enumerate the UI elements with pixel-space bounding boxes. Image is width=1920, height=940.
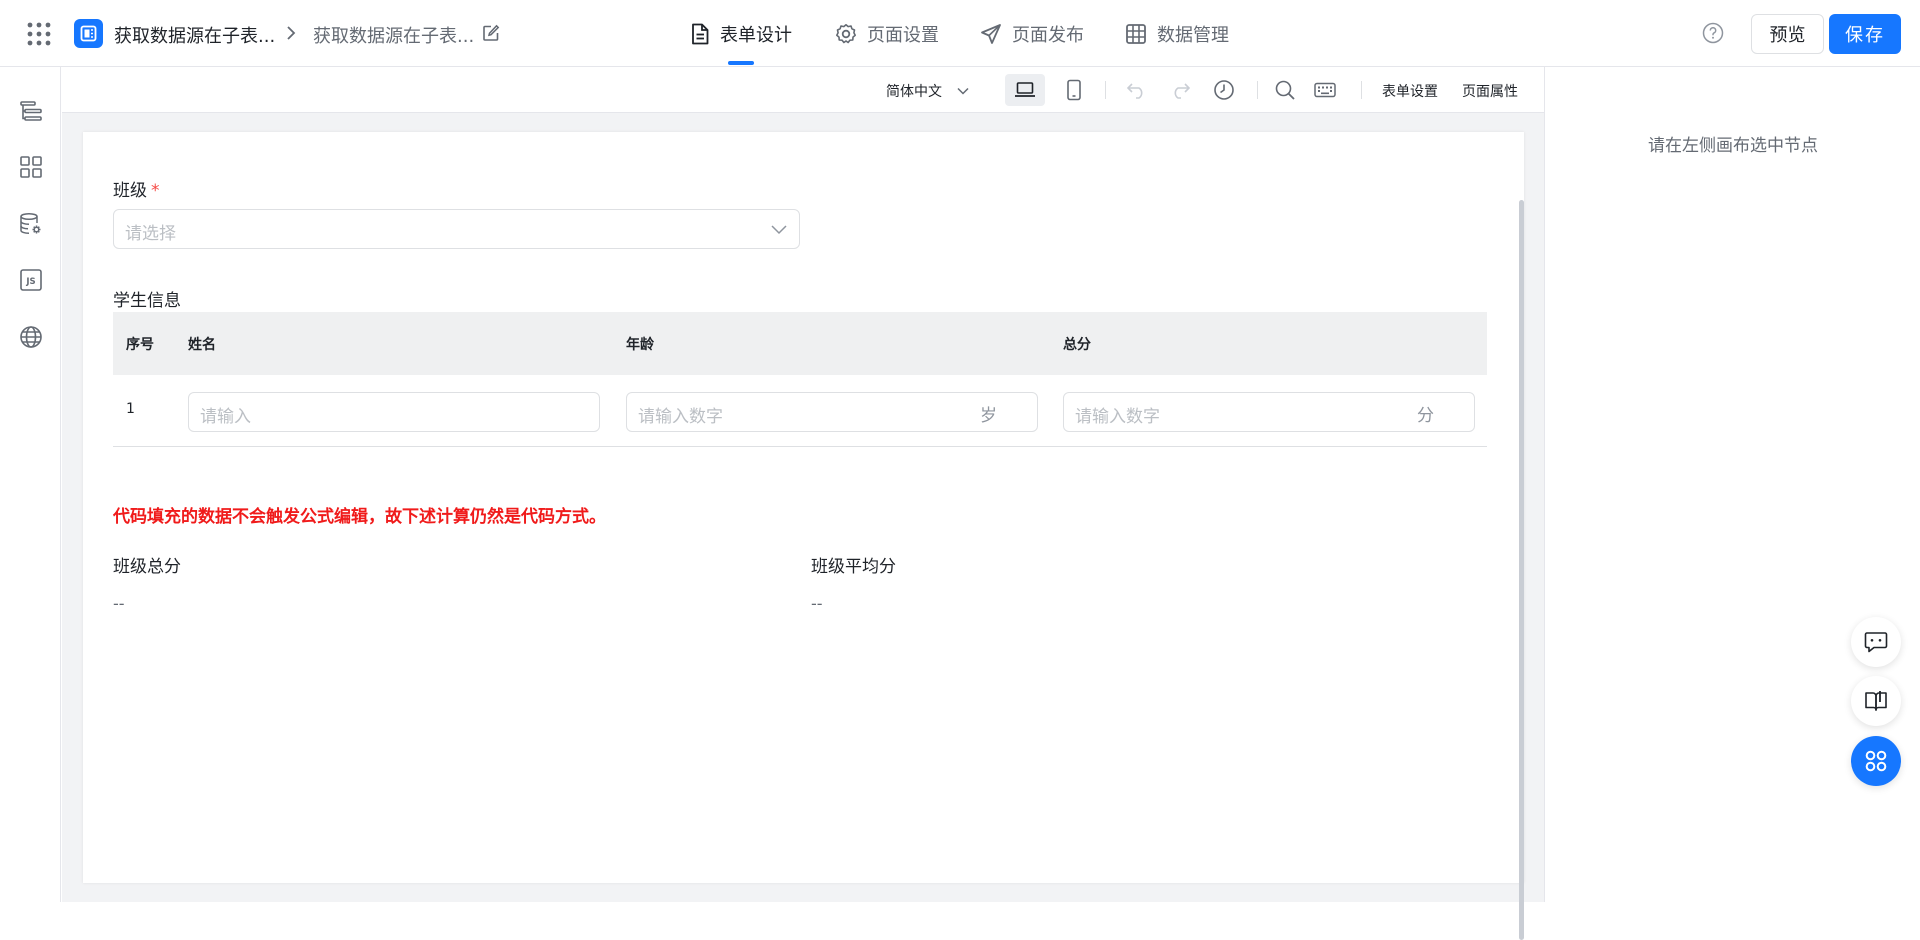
- required-mark: *: [151, 181, 160, 201]
- history-button[interactable]: [1204, 74, 1244, 106]
- table-icon: [1126, 23, 1146, 44]
- row-index: 1: [126, 401, 135, 417]
- chevron-down-icon: [771, 225, 787, 235]
- column-header-index: 序号: [126, 337, 154, 353]
- canvas-scrollbar[interactable]: [1519, 200, 1524, 940]
- class-total-label: 班级总分: [113, 557, 181, 577]
- top-bar: 获取数据源在子表... 获取数据源在子表... 表单设计 页面设置 页面发布 数…: [0, 0, 1920, 67]
- chevron-right-icon: [282, 24, 300, 42]
- column-header-name: 姓名: [188, 337, 216, 353]
- gear-icon: [836, 23, 856, 43]
- toolbar-divider: [1257, 81, 1258, 99]
- score-suffix: 分: [1417, 406, 1434, 426]
- app-logo-icon: [74, 19, 103, 48]
- student-subtable: 序号 姓名 年龄 总分 1 请输入 请输入数字 岁 请输入数字 分: [113, 312, 1487, 447]
- chat-feedback-button[interactable]: [1851, 617, 1901, 667]
- save-button[interactable]: 保存: [1829, 14, 1901, 54]
- language-select[interactable]: 简体中文: [886, 81, 970, 101]
- column-header-age: 年龄: [626, 337, 654, 353]
- mobile-view-button[interactable]: [1054, 74, 1094, 106]
- app-launcher-icon[interactable]: [26, 21, 52, 47]
- tab-label: 页面设置: [867, 24, 939, 46]
- class-field-label: 班级 *: [113, 176, 160, 201]
- tab-label: 表单设计: [720, 24, 792, 46]
- breadcrumb-page-name[interactable]: 获取数据源在子表...: [313, 22, 474, 48]
- outline-tree-icon[interactable]: [19, 99, 43, 123]
- tab-page-settings[interactable]: 页面设置: [835, 0, 939, 67]
- code-fill-notice: 代码填充的数据不会触发公式编辑，故下述计算仍然是代码方式。: [113, 507, 606, 527]
- language-label: 简体中文: [886, 84, 942, 100]
- apps-grid-icon: [1865, 750, 1887, 772]
- age-suffix: 岁: [980, 406, 997, 426]
- table-header: 序号 姓名 年龄 总分: [113, 312, 1487, 375]
- mobile-icon: [1067, 79, 1081, 101]
- class-select-placeholder: 请选择: [125, 224, 176, 244]
- redo-icon: [1174, 83, 1191, 99]
- shortcuts-button[interactable]: [1305, 74, 1345, 106]
- document-icon: [692, 23, 709, 44]
- form-canvas[interactable]: 班级* 请选择 学生信息 序号 姓名 年龄 总分 1 请输入 请输入数字 岁: [83, 132, 1524, 940]
- toolbar-divider: [1361, 81, 1362, 99]
- age-input-placeholder: 请输入数字: [638, 407, 723, 427]
- preview-button[interactable]: 预览: [1751, 14, 1824, 54]
- undo-icon: [1126, 83, 1143, 99]
- tab-page-publish[interactable]: 页面发布: [980, 0, 1084, 67]
- age-input[interactable]: 请输入数字 岁: [626, 392, 1038, 432]
- class-select[interactable]: 请选择: [113, 209, 800, 249]
- table-row: 1 请输入 请输入数字 岁 请输入数字 分: [113, 375, 1487, 447]
- select-node-hint: 请在左侧画布选中节点: [1648, 136, 1818, 156]
- edit-icon[interactable]: [482, 24, 500, 42]
- tab-data-management[interactable]: 数据管理: [1125, 0, 1229, 67]
- form-settings-link[interactable]: 表单设置: [1382, 81, 1438, 101]
- class-label-text: 班级: [113, 181, 147, 201]
- class-total-value: --: [113, 594, 125, 613]
- canvas-workspace: 简体中文 表单设置 页面属性 班级 * 请选择 学生信息 序号 姓名 年龄 总分…: [62, 67, 1544, 940]
- desktop-view-button[interactable]: [1005, 74, 1045, 106]
- active-tab-indicator: [728, 61, 754, 65]
- student-table-title: 学生信息: [113, 291, 181, 311]
- svg-text:JS: JS: [25, 277, 35, 287]
- canvas-toolbar: 简体中文 表单设置 页面属性: [62, 67, 1544, 113]
- tab-label: 数据管理: [1157, 24, 1229, 46]
- globe-icon[interactable]: [19, 325, 43, 349]
- help-icon[interactable]: [1702, 22, 1724, 44]
- class-average-label: 班级平均分: [811, 557, 896, 577]
- undo-button[interactable]: [1117, 74, 1157, 106]
- tab-form-design[interactable]: 表单设计: [690, 0, 792, 67]
- search-button[interactable]: [1265, 74, 1305, 106]
- send-icon: [981, 23, 1001, 44]
- column-header-score: 总分: [1063, 337, 1091, 353]
- tab-label: 页面发布: [1012, 24, 1084, 46]
- datasource-icon[interactable]: [19, 212, 43, 236]
- chat-icon: [1864, 632, 1888, 653]
- docs-button[interactable]: [1851, 676, 1901, 726]
- laptop-icon: [1015, 82, 1035, 97]
- history-clock-icon: [1214, 80, 1234, 100]
- left-sidebar: JS: [0, 67, 61, 902]
- redo-button[interactable]: [1160, 74, 1200, 106]
- toolbar-divider: [1105, 81, 1106, 99]
- search-icon: [1275, 80, 1295, 100]
- class-average-value: --: [811, 594, 823, 613]
- keyboard-icon: [1314, 82, 1336, 98]
- app-center-button[interactable]: [1851, 736, 1901, 786]
- js-code-icon[interactable]: JS: [19, 268, 43, 292]
- components-grid-icon[interactable]: [19, 155, 43, 179]
- name-input[interactable]: 请输入: [188, 392, 600, 432]
- name-input-placeholder: 请输入: [200, 407, 251, 427]
- chevron-down-icon: [957, 87, 969, 95]
- score-input[interactable]: 请输入数字 分: [1063, 392, 1475, 432]
- book-icon: [1865, 691, 1887, 711]
- breadcrumb-app-name[interactable]: 获取数据源在子表...: [114, 22, 275, 48]
- score-input-placeholder: 请输入数字: [1075, 407, 1160, 427]
- page-properties-link[interactable]: 页面属性: [1462, 81, 1518, 101]
